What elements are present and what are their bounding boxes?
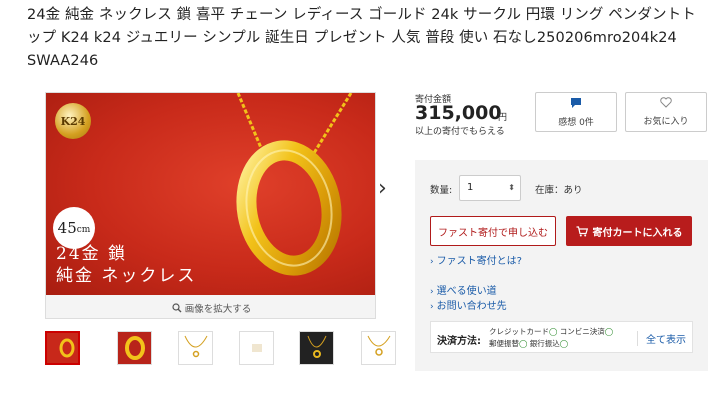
- k24-badge: K24: [55, 103, 91, 139]
- payment-postal-transfer: 郵便振替: [489, 339, 519, 348]
- chevron-right-icon: ›: [430, 302, 434, 312]
- gold-pendant-illustration: [236, 93, 353, 276]
- payment-credit-card: クレジットカード: [489, 327, 549, 336]
- quantity-label: 数量:: [430, 185, 453, 196]
- length-unit: cm: [76, 225, 91, 235]
- purchase-panel: 数量: 1 ⬍ 在庫：あり ファスト寄付で申し込む 寄付カートに入れる › ファス…: [415, 160, 708, 371]
- photo-caption-line2: 純金 ネックレス: [56, 266, 197, 286]
- main-product-image[interactable]: K24 45 cm 24金 鎖 純金 ネックレス 画像を拡大する: [45, 92, 376, 319]
- thumbnail-4[interactable]: [239, 331, 274, 365]
- review-button[interactable]: 感想 0件: [535, 92, 617, 132]
- add-to-cart-label: 寄付カートに入れる: [592, 227, 683, 239]
- payment-method-list: クレジットカード◯ コンビニ決済◯ 郵便振替◯ 銀行振込◯: [489, 326, 649, 350]
- quantity-value: 1: [467, 182, 474, 193]
- review-text: 感想 0件: [558, 115, 594, 128]
- favorite-button[interactable]: お気に入り: [625, 92, 707, 132]
- contact-label: お問い合わせ先: [436, 301, 507, 312]
- fast-donation-info-label: ファスト寄付とは?: [436, 256, 522, 267]
- review-label: 感想: [558, 117, 577, 128]
- chevron-right-icon: ›: [430, 287, 434, 297]
- thumbnail-6[interactable]: [361, 331, 396, 365]
- check-circle-icon: ◯: [559, 339, 569, 348]
- product-photo: K24 45 cm 24金 鎖 純金 ネックレス: [46, 93, 375, 295]
- zoom-image-button[interactable]: 画像を拡大する: [46, 295, 375, 318]
- check-circle-icon: ◯: [604, 327, 614, 336]
- payment-convenience: コンビニ決済: [559, 327, 605, 336]
- donation-amount: 315,000: [415, 102, 502, 124]
- product-title: 24金 純金 ネックレス 鎖 喜平 チェーン レディース ゴールド 24k サー…: [27, 7, 696, 69]
- usage-options-label: 選べる使い道: [436, 286, 497, 297]
- fast-donation-button[interactable]: ファスト寄付で申し込む: [430, 216, 556, 246]
- contact-link[interactable]: › お問い合わせ先: [430, 297, 507, 312]
- chevron-updown-icon: ⬍: [508, 183, 515, 192]
- thumbnail-strip: [45, 331, 396, 365]
- chevron-right-icon: ›: [430, 257, 434, 267]
- show-all-payments-link[interactable]: 全て表示: [637, 331, 686, 346]
- thumbnail-3[interactable]: [178, 331, 213, 365]
- photo-caption: 24金 鎖 純金 ネックレス: [56, 243, 196, 287]
- payment-bank-transfer: 銀行振込: [529, 339, 560, 348]
- heart-icon: [660, 97, 672, 112]
- chevron-right-icon[interactable]: ›: [378, 178, 387, 200]
- stock-status: 在庫：あり: [535, 185, 583, 196]
- add-to-cart-button[interactable]: 寄付カートに入れる: [566, 216, 692, 246]
- check-circle-icon: ◯: [549, 327, 558, 336]
- favorite-label: お気に入り: [643, 117, 689, 127]
- payment-label: 決済方法:: [437, 336, 481, 347]
- fast-donation-info-link[interactable]: › ファスト寄付とは?: [430, 252, 522, 267]
- thumbnail-2[interactable]: [117, 331, 152, 365]
- usage-options-link[interactable]: › 選べる使い道: [430, 282, 497, 297]
- thumbnail-5[interactable]: [299, 331, 334, 365]
- length-number: 45: [57, 219, 77, 237]
- cart-icon: [576, 225, 588, 236]
- zoom-label: 画像を拡大する: [184, 303, 252, 315]
- donation-note: 以上の寄付でもらえる: [415, 127, 505, 137]
- check-circle-icon: ◯: [519, 339, 528, 348]
- photo-caption-line1: 24金 鎖: [56, 244, 128, 264]
- donation-unit: 円: [498, 113, 508, 123]
- review-count: 0件: [579, 117, 594, 128]
- speech-bubble-icon: [570, 97, 582, 113]
- thumbnail-1[interactable]: [45, 331, 80, 365]
- magnifier-icon: [172, 302, 182, 312]
- quantity-select[interactable]: 1 ⬍: [459, 175, 521, 201]
- payment-methods: 決済方法: クレジットカード◯ コンビニ決済◯ 郵便振替◯ 銀行振込◯ 全て表示: [430, 321, 693, 353]
